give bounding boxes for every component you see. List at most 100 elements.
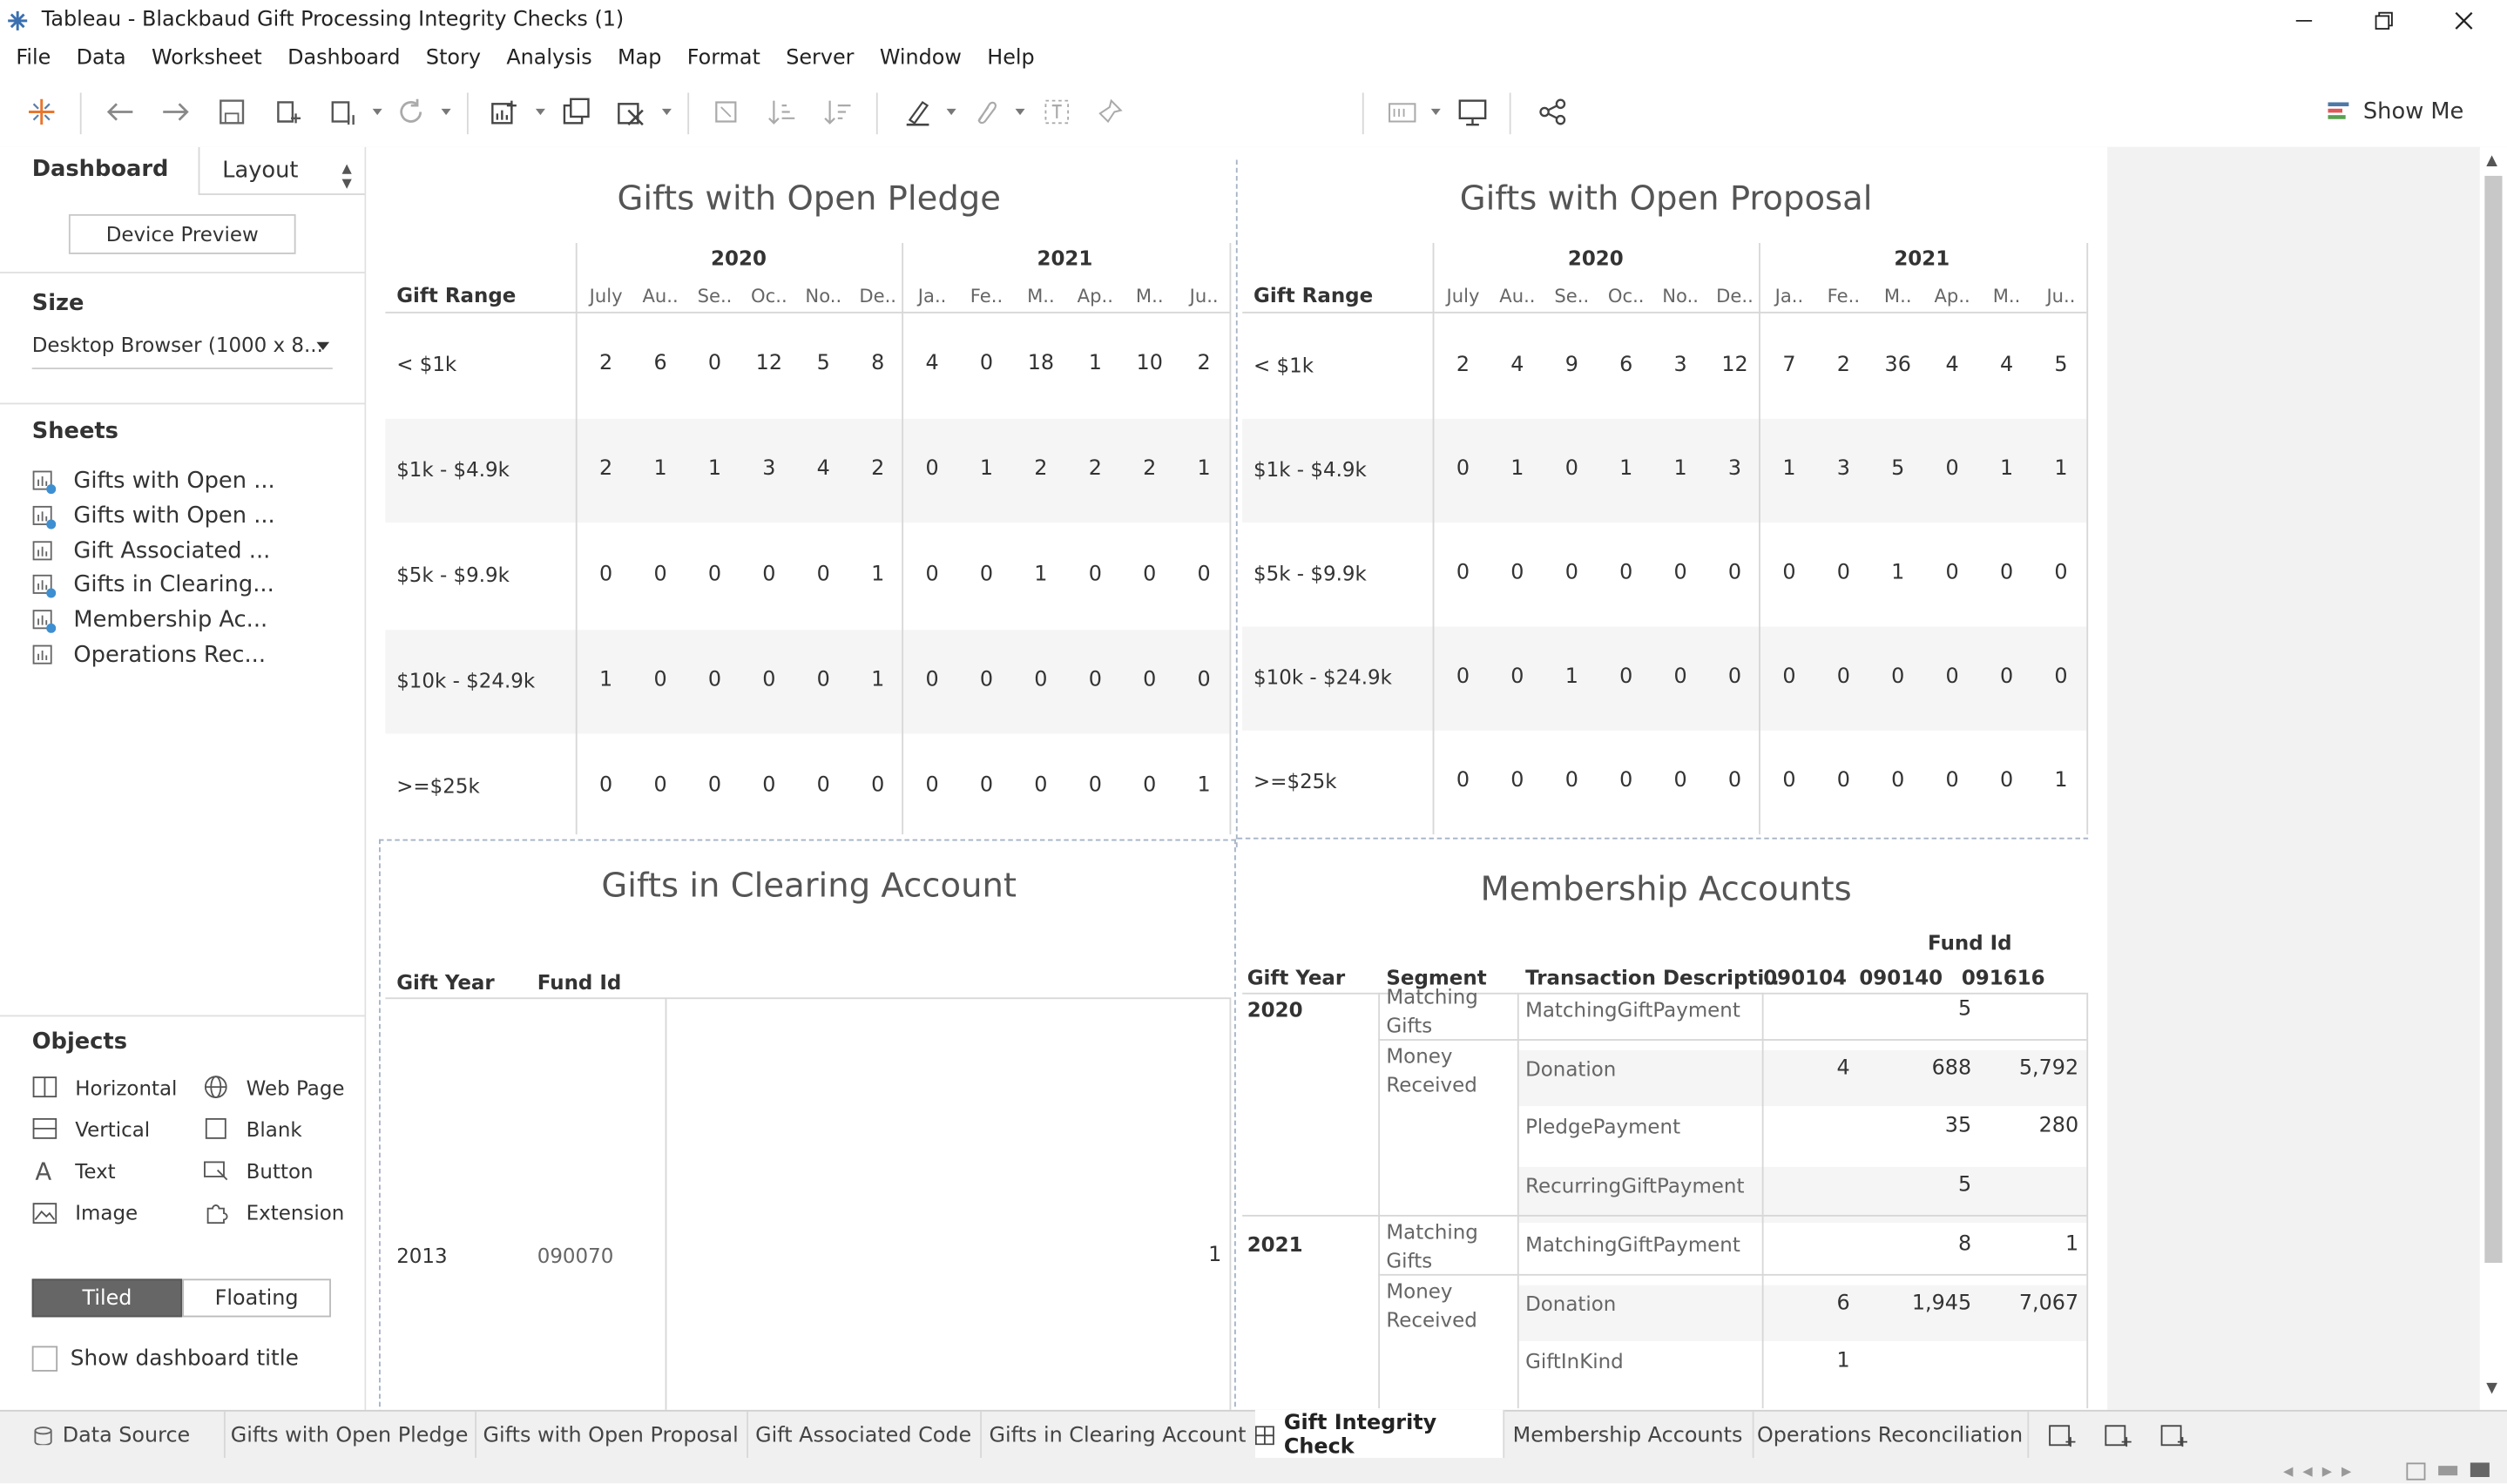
tab-gifts-with-open-proposal[interactable]: Gifts with Open Proposal <box>475 1411 749 1460</box>
tiled-button[interactable]: Tiled <box>31 1278 183 1318</box>
show-dashboard-title-checkbox[interactable]: Show dashboard title <box>31 1345 299 1373</box>
save-icon[interactable] <box>214 94 249 129</box>
new-dashboard-tab-icon[interactable] <box>2103 1423 2135 1448</box>
tab-layout[interactable]: Layout ▲ ▼ <box>198 146 365 195</box>
menu-window[interactable]: Window <box>867 46 974 71</box>
tab-operations-reconciliation[interactable]: Operations Reconciliation <box>1753 1411 2030 1460</box>
sheet-item[interactable]: Gift Associated ... <box>32 535 271 567</box>
scrollbar-thumb[interactable] <box>2484 175 2503 1264</box>
cell-value: 0 <box>1999 768 2014 793</box>
tab-gifts-in-clearing-account[interactable]: Gifts in Clearing Account <box>980 1411 1257 1460</box>
tab-gift-associated-code[interactable]: Gift Associated Code <box>747 1411 982 1460</box>
device-preview-button[interactable]: Device Preview <box>68 213 296 254</box>
object-button[interactable]: Button <box>203 1155 314 1187</box>
gifts-open-pledge-view[interactable]: Gifts with Open Pledge 2020 2021 Gift Range… <box>385 147 1233 835</box>
tab-gift-integrity-check[interactable]: Gift Integrity Check <box>1254 1409 1505 1460</box>
pledge-title: Gifts with Open Pledge <box>617 179 1001 218</box>
swap-rows-columns-icon[interactable] <box>708 94 743 129</box>
scroll-up-icon[interactable]: ▲ <box>2486 153 2497 169</box>
new-worksheet-icon[interactable] <box>488 94 523 129</box>
fix-axes-icon[interactable] <box>1092 94 1127 129</box>
cell-value: 2 <box>871 456 885 482</box>
description-cell: RecurringGiftPayment <box>1525 1173 1745 1197</box>
gifts-clearing-account-view[interactable]: Gifts in Clearing Account Gift Year Fund I… <box>385 844 1233 1410</box>
object-label: Extension <box>246 1200 345 1225</box>
presentation-mode-icon[interactable] <box>1455 94 1490 129</box>
menu-map[interactable]: Map <box>605 46 674 71</box>
tab-gifts-with-open-pledge[interactable]: Gifts with Open Pledge <box>224 1411 476 1460</box>
undo-icon[interactable] <box>102 94 137 129</box>
sheet-item[interactable]: Gifts in Clearing... <box>32 570 274 602</box>
show-me-button[interactable]: Show Me <box>2327 96 2463 128</box>
gifts-open-proposal-view[interactable]: Gifts with Open Proposal 2020 2021 Gift Ran… <box>1242 147 2090 835</box>
fund-id-header: Fund Id <box>537 970 622 995</box>
menu-story[interactable]: Story <box>413 46 493 71</box>
sheet-item[interactable]: Membership Ac... <box>32 604 267 637</box>
size-dropdown[interactable]: Desktop Browser (1000 x 8... <box>31 333 333 370</box>
image-icon <box>32 1200 57 1225</box>
cell-value: 0 <box>1197 668 1211 692</box>
tab-membership-accounts[interactable]: Membership Accounts <box>1503 1411 1754 1460</box>
description-cell: Donation <box>1525 1056 1617 1081</box>
menu-worksheet[interactable]: Worksheet <box>139 46 274 71</box>
cell-value: 12 <box>1721 353 1748 378</box>
gift-range-label: $5k - $9.9k <box>396 563 510 587</box>
scroll-down-icon[interactable]: ▼ <box>2486 1381 2497 1397</box>
group-members-icon[interactable] <box>967 94 1002 129</box>
menu-dashboard[interactable]: Dashboard <box>274 46 413 71</box>
sheet-item[interactable]: Gifts with Open ... <box>32 500 275 532</box>
object-blank[interactable]: Blank <box>203 1113 302 1145</box>
object-extension[interactable]: Extension <box>203 1197 344 1229</box>
description-cell: GiftInKind <box>1525 1349 1624 1373</box>
list-view-icon[interactable] <box>2438 1466 2458 1476</box>
new-worksheet-tab-icon[interactable] <box>2046 1423 2078 1448</box>
pause-updates-icon[interactable] <box>325 94 360 129</box>
object-text[interactable]: A Text <box>32 1155 115 1187</box>
month-header: Oc.. <box>751 284 787 307</box>
cell-value: 0 <box>1836 768 1850 793</box>
close-button[interactable] <box>2427 3 2500 38</box>
object-vertical[interactable]: Vertical <box>32 1113 150 1145</box>
floating-button[interactable]: Floating <box>182 1278 331 1318</box>
duplicate-sheet-icon[interactable] <box>559 94 594 129</box>
new-story-tab-icon[interactable] <box>2159 1423 2191 1448</box>
sort-ascending-icon[interactable] <box>764 94 799 129</box>
membership-accounts-view[interactable]: Membership Accounts Fund Id Gift Year Segme… <box>1242 844 2090 1410</box>
clear-sheet-icon[interactable] <box>614 94 649 129</box>
highlight-icon[interactable] <box>900 94 935 129</box>
object-horizontal[interactable]: Horizontal <box>32 1071 178 1103</box>
sheet-label: Gift Associated ... <box>73 537 271 564</box>
tableau-home-icon[interactable] <box>24 94 59 129</box>
size-title: Size <box>31 291 84 317</box>
redo-icon[interactable] <box>159 94 193 129</box>
filmstrip-view-icon[interactable] <box>2470 1462 2490 1478</box>
menu-data[interactable]: Data <box>64 46 139 71</box>
restore-button[interactable] <box>2348 3 2421 38</box>
menu-format[interactable]: Format <box>674 46 773 71</box>
refresh-icon[interactable] <box>394 94 429 129</box>
share-icon[interactable] <box>1535 94 1570 129</box>
minimize-button[interactable] <box>2267 3 2341 38</box>
menu-server[interactable]: Server <box>774 46 868 71</box>
cell-value: 0 <box>1510 561 1524 585</box>
grid-view-icon[interactable] <box>2406 1462 2426 1481</box>
nav-arrows-icon[interactable]: ◀◀▶▶ <box>2283 1464 2361 1479</box>
vertical-scrollbar[interactable]: ▲ ▼ <box>2479 146 2507 1410</box>
sheet-item[interactable]: Gifts with Open ... <box>32 465 275 497</box>
show-cards-icon[interactable] <box>1385 94 1420 129</box>
sort-descending-icon[interactable] <box>821 94 855 129</box>
menu-file[interactable]: File <box>3 46 64 71</box>
tab-dashboard[interactable]: Dashboard <box>0 146 199 195</box>
row-header-divider <box>575 242 578 835</box>
show-mark-labels-icon[interactable] <box>1039 94 1074 129</box>
tab-data-source[interactable]: Data Source <box>0 1411 226 1460</box>
object-web-page[interactable]: Web Page <box>203 1071 345 1103</box>
new-data-source-icon[interactable] <box>270 94 305 129</box>
sheet-item[interactable]: Operations Rec... <box>32 639 266 671</box>
menu-help[interactable]: Help <box>975 46 1048 71</box>
cell-value: 1 <box>1034 563 1048 587</box>
menu-analysis[interactable]: Analysis <box>494 46 605 71</box>
column-divider <box>665 997 667 1410</box>
cell-value: 0 <box>1143 563 1157 587</box>
object-image[interactable]: Image <box>32 1197 138 1229</box>
